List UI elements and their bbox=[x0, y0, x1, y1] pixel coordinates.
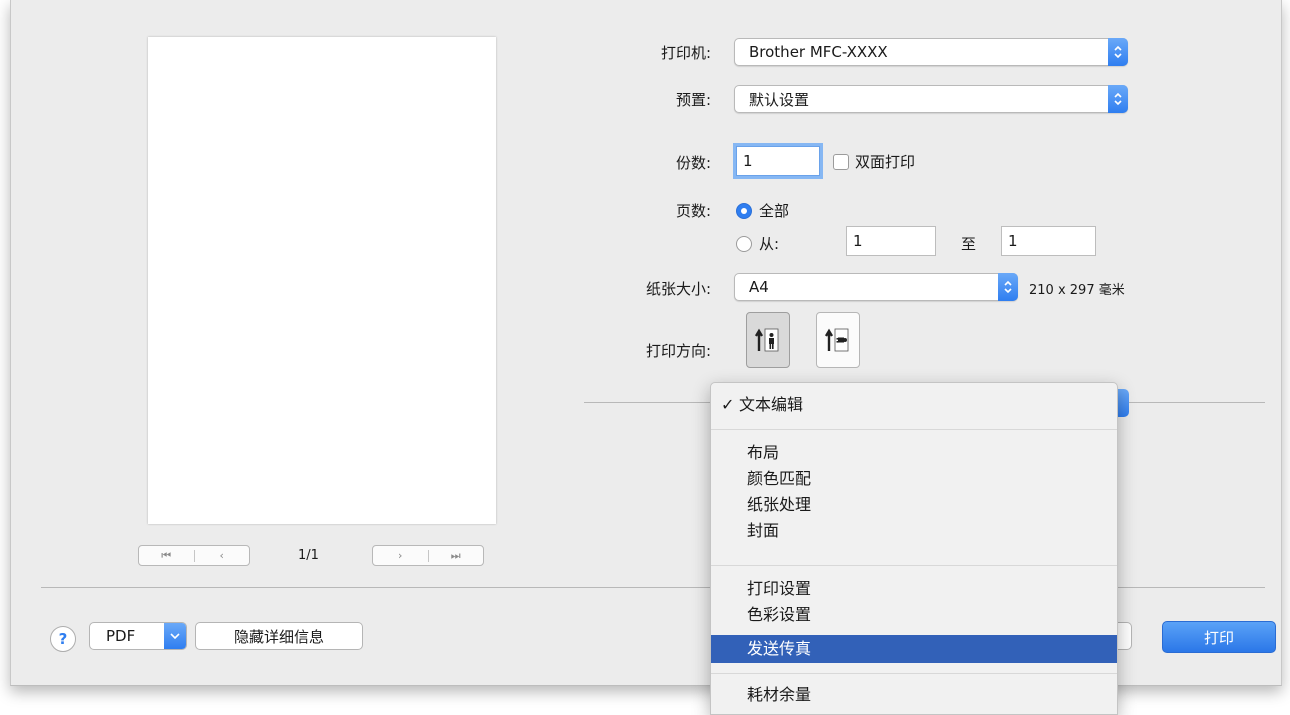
pages-all-radio[interactable] bbox=[736, 203, 752, 219]
printer-value: Brother MFC-XXXX bbox=[749, 43, 888, 61]
pdf-label: PDF bbox=[106, 627, 136, 645]
page-preview bbox=[148, 37, 496, 524]
orientation-landscape-button[interactable] bbox=[816, 312, 860, 368]
printer-label: 打印机: bbox=[660, 44, 711, 62]
menu-item-print-settings[interactable]: 打印设置 bbox=[711, 577, 1117, 601]
presets-value: 默认设置 bbox=[749, 90, 810, 109]
paper-size-popup[interactable]: A4 bbox=[734, 273, 1018, 301]
menu-item-color-matching[interactable]: 颜色匹配 bbox=[711, 467, 1117, 491]
pages-from-field[interactable]: 1 bbox=[846, 226, 936, 256]
pages-to-label: 至 bbox=[961, 235, 977, 253]
chevron-updown-icon bbox=[998, 273, 1018, 301]
next-page-icon[interactable]: › bbox=[373, 549, 428, 562]
paper-dimensions: 210 x 297 毫米 bbox=[1029, 283, 1125, 298]
menu-item-layout[interactable]: 布局 bbox=[711, 441, 1117, 465]
first-page-icon[interactable]: ⏮ bbox=[139, 549, 194, 563]
pages-to-field[interactable]: 1 bbox=[1001, 226, 1096, 256]
printer-popup[interactable]: Brother MFC-XXXX bbox=[734, 38, 1128, 66]
menu-separator bbox=[711, 673, 1117, 674]
duplex-label: 双面打印 bbox=[855, 153, 916, 171]
page-nav-forward-group[interactable]: › ⏭ bbox=[372, 545, 484, 566]
menu-item-supply-levels[interactable]: 耗材余量 bbox=[711, 683, 1117, 707]
menu-item-paper-handling[interactable]: 纸张处理 bbox=[711, 493, 1117, 517]
menu-item-color-settings[interactable]: 色彩设置 bbox=[711, 603, 1117, 627]
previous-page-icon[interactable]: ‹ bbox=[195, 549, 250, 562]
app-section-menu: ✓ 文本编辑 布局 颜色匹配 纸张处理 封面 打印设置 色彩设置 发送传真 耗材余… bbox=[710, 382, 1118, 715]
copies-field[interactable]: 1 bbox=[736, 146, 820, 176]
hide-details-button[interactable]: 隐藏详细信息 bbox=[195, 622, 363, 650]
menu-separator bbox=[711, 565, 1117, 566]
last-page-icon[interactable]: ⏭ bbox=[429, 549, 484, 563]
menu-item-send-fax[interactable]: 发送传真 bbox=[711, 635, 1117, 663]
presets-popup[interactable]: 默认设置 bbox=[734, 85, 1128, 113]
copies-label: 份数: bbox=[675, 154, 711, 172]
page-nav-back-group[interactable]: ⏮ ‹ bbox=[138, 545, 250, 566]
menu-item-text-edit[interactable]: ✓ 文本编辑 bbox=[711, 393, 1117, 417]
page-count: 1/1 bbox=[298, 548, 319, 563]
pages-all-label: 全部 bbox=[759, 202, 790, 220]
menu-separator bbox=[711, 429, 1117, 430]
pages-range-radio[interactable] bbox=[736, 236, 752, 252]
menu-item-cover-page[interactable]: 封面 bbox=[711, 519, 1117, 543]
orientation-portrait-button[interactable] bbox=[746, 312, 790, 368]
landscape-icon bbox=[824, 328, 849, 352]
help-button[interactable]: ? bbox=[50, 626, 76, 652]
presets-label: 预置: bbox=[675, 91, 711, 109]
portrait-icon bbox=[754, 328, 779, 352]
orientation-label: 打印方向: bbox=[645, 342, 711, 360]
paper-size-label: 纸张大小: bbox=[645, 280, 711, 298]
section-divider-right bbox=[1129, 402, 1265, 403]
duplex-checkbox[interactable] bbox=[833, 154, 849, 170]
chevron-down-icon bbox=[164, 623, 186, 649]
pdf-menu-button[interactable]: PDF bbox=[89, 622, 187, 650]
section-divider-left bbox=[584, 402, 712, 403]
chevron-updown-icon bbox=[1108, 38, 1128, 66]
pages-from-label: 从: bbox=[759, 235, 780, 253]
pages-label: 页数: bbox=[675, 202, 711, 220]
print-button[interactable]: 打印 bbox=[1162, 621, 1276, 653]
paper-size-value: A4 bbox=[749, 278, 769, 296]
checkmark-icon: ✓ bbox=[721, 395, 735, 414]
chevron-updown-icon bbox=[1108, 85, 1128, 113]
